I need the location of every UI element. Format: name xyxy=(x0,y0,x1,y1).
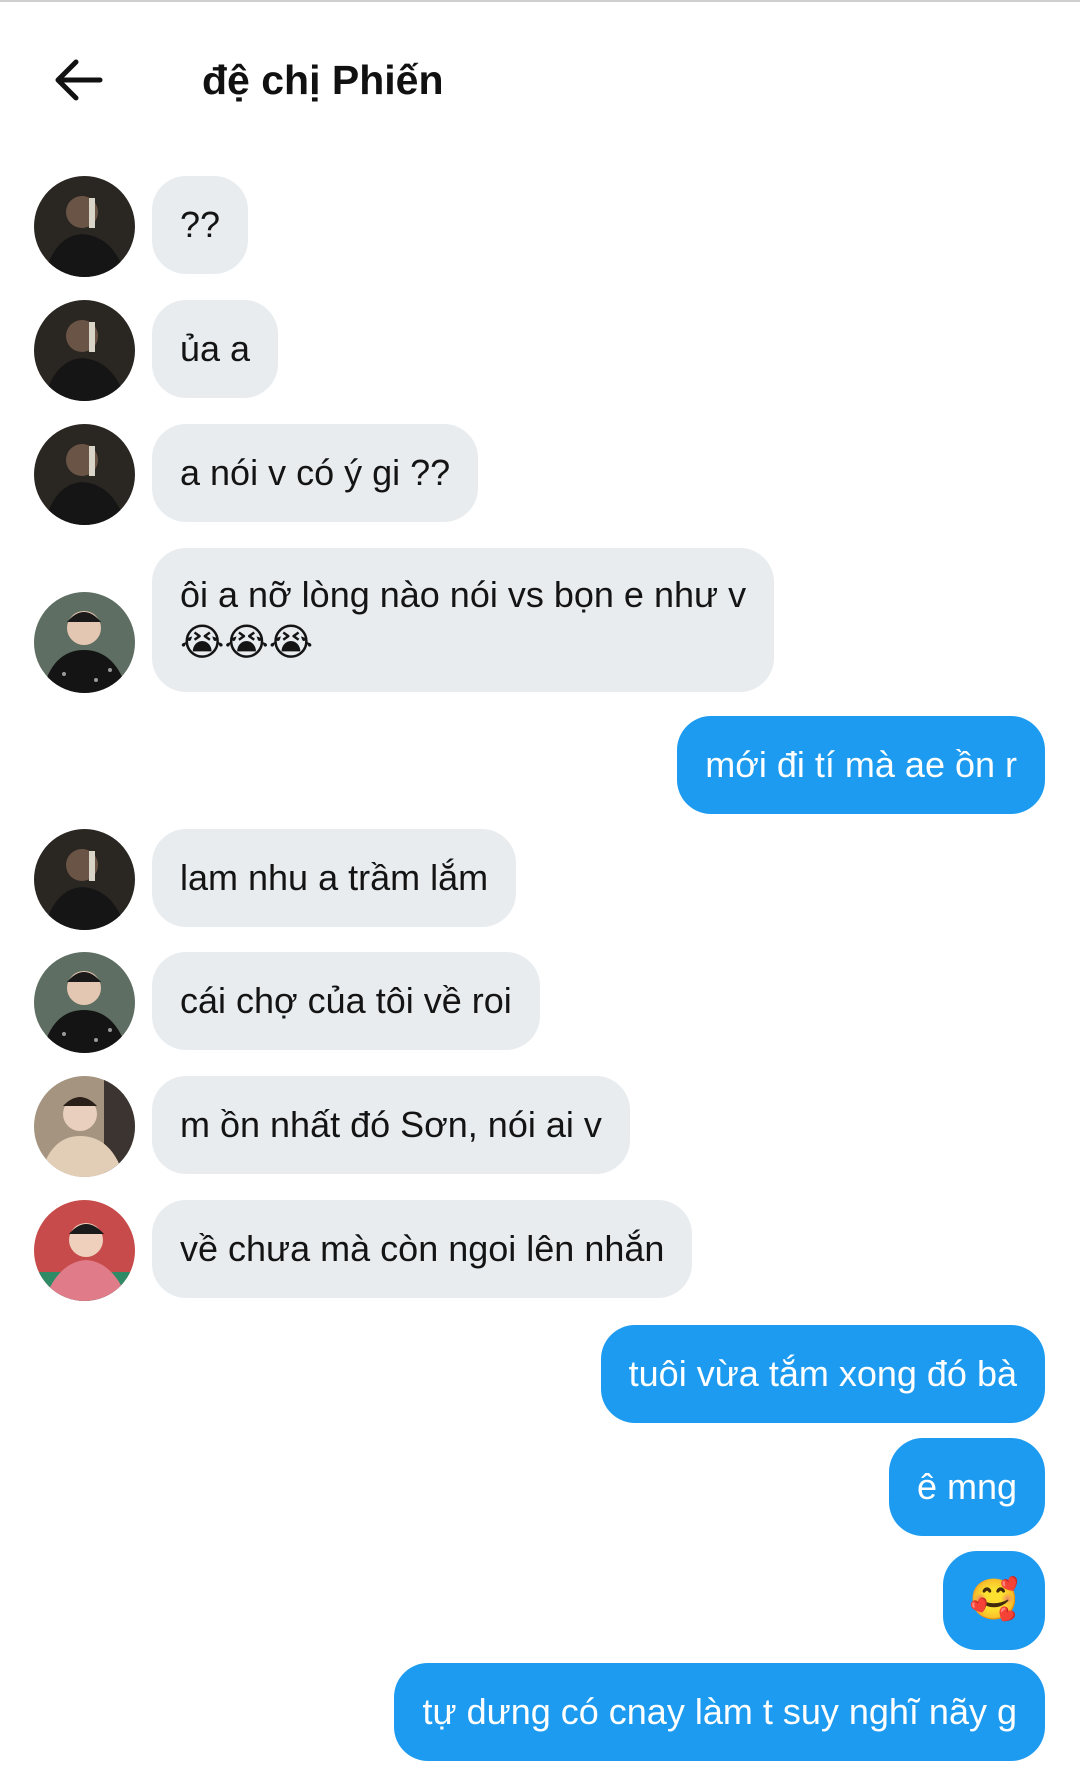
message-text: tự dưng có cnay làm t suy nghĩ nãy g xyxy=(422,1691,1017,1732)
avatar[interactable] xyxy=(34,300,135,401)
avatar-man-dark-suit-icon xyxy=(34,176,135,277)
crying-emoji-text: 😭😭😭 xyxy=(180,622,314,664)
message-text: ?? xyxy=(180,204,221,245)
avatar[interactable] xyxy=(34,1200,135,1301)
avatar-man-sparkle-jacket-icon xyxy=(34,592,135,693)
message-text: ê mng xyxy=(916,1466,1017,1507)
message-text: về chưa mà còn ngoi lên nhắn xyxy=(180,1228,665,1269)
message-list[interactable]: ?? ủa a a nói v có ý gi ?? ôi a nỡ lòng … xyxy=(0,0,1080,1783)
avatar-man-dark-suit-icon xyxy=(34,424,135,525)
message-text: tuôi vừa tắm xong đó bà xyxy=(628,1353,1017,1394)
avatar[interactable] xyxy=(34,592,135,693)
avatar-man-dark-suit-icon xyxy=(34,300,135,401)
avatar[interactable] xyxy=(34,176,135,277)
outgoing-message-bubble[interactable]: 🥰 xyxy=(943,1551,1045,1650)
message-text: cái chợ của tôi về roi xyxy=(180,980,512,1021)
incoming-message-bubble[interactable]: ủa a xyxy=(152,300,279,398)
smiling-face-with-hearts-emoji: 🥰 xyxy=(969,1578,1019,1622)
avatar[interactable] xyxy=(34,424,135,525)
incoming-message-bubble[interactable]: m ồn nhất đó Sơn, nói ai v xyxy=(152,1076,630,1174)
message-text: a nói v có ý gi ?? xyxy=(180,452,451,493)
outgoing-message-bubble[interactable]: tuôi vừa tắm xong đó bà xyxy=(600,1325,1045,1423)
avatar[interactable] xyxy=(34,1076,135,1177)
incoming-message-bubble[interactable]: về chưa mà còn ngoi lên nhắn xyxy=(152,1200,693,1298)
message-text: ủa a xyxy=(180,328,251,369)
outgoing-message-bubble[interactable]: ê mng xyxy=(888,1438,1045,1536)
avatar-man-dark-suit-icon xyxy=(34,829,135,930)
incoming-message-bubble[interactable]: lam nhu a trầm lắm xyxy=(152,829,517,927)
incoming-message-bubble[interactable]: cái chợ của tôi về roi xyxy=(152,952,540,1050)
outgoing-message-bubble[interactable]: tự dưng có cnay làm t suy nghĩ nãy g xyxy=(394,1663,1045,1761)
incoming-message-bubble[interactable]: ?? xyxy=(152,176,249,274)
avatar[interactable] xyxy=(34,952,135,1053)
outgoing-message-bubble[interactable]: mới đi tí mà ae ồn r xyxy=(677,716,1045,814)
incoming-message-bubble[interactable]: a nói v có ý gi ?? xyxy=(152,424,479,522)
message-text: lam nhu a trầm lắm xyxy=(180,857,489,898)
message-text: m ồn nhất đó Sơn, nói ai v xyxy=(180,1104,602,1145)
avatar-man-red-background-icon xyxy=(34,1200,135,1301)
avatar-man-sparkle-jacket-icon xyxy=(34,952,135,1053)
avatar[interactable] xyxy=(34,829,135,930)
message-text: mới đi tí mà ae ồn r xyxy=(705,744,1017,785)
message-text: ôi a nỡ lòng nào nói vs bọn e như v xyxy=(180,574,747,615)
avatar-man-beige-jacket-icon xyxy=(34,1076,135,1177)
incoming-message-bubble[interactable]: ôi a nỡ lòng nào nói vs bọn e như v 😭😭😭 xyxy=(152,548,775,692)
